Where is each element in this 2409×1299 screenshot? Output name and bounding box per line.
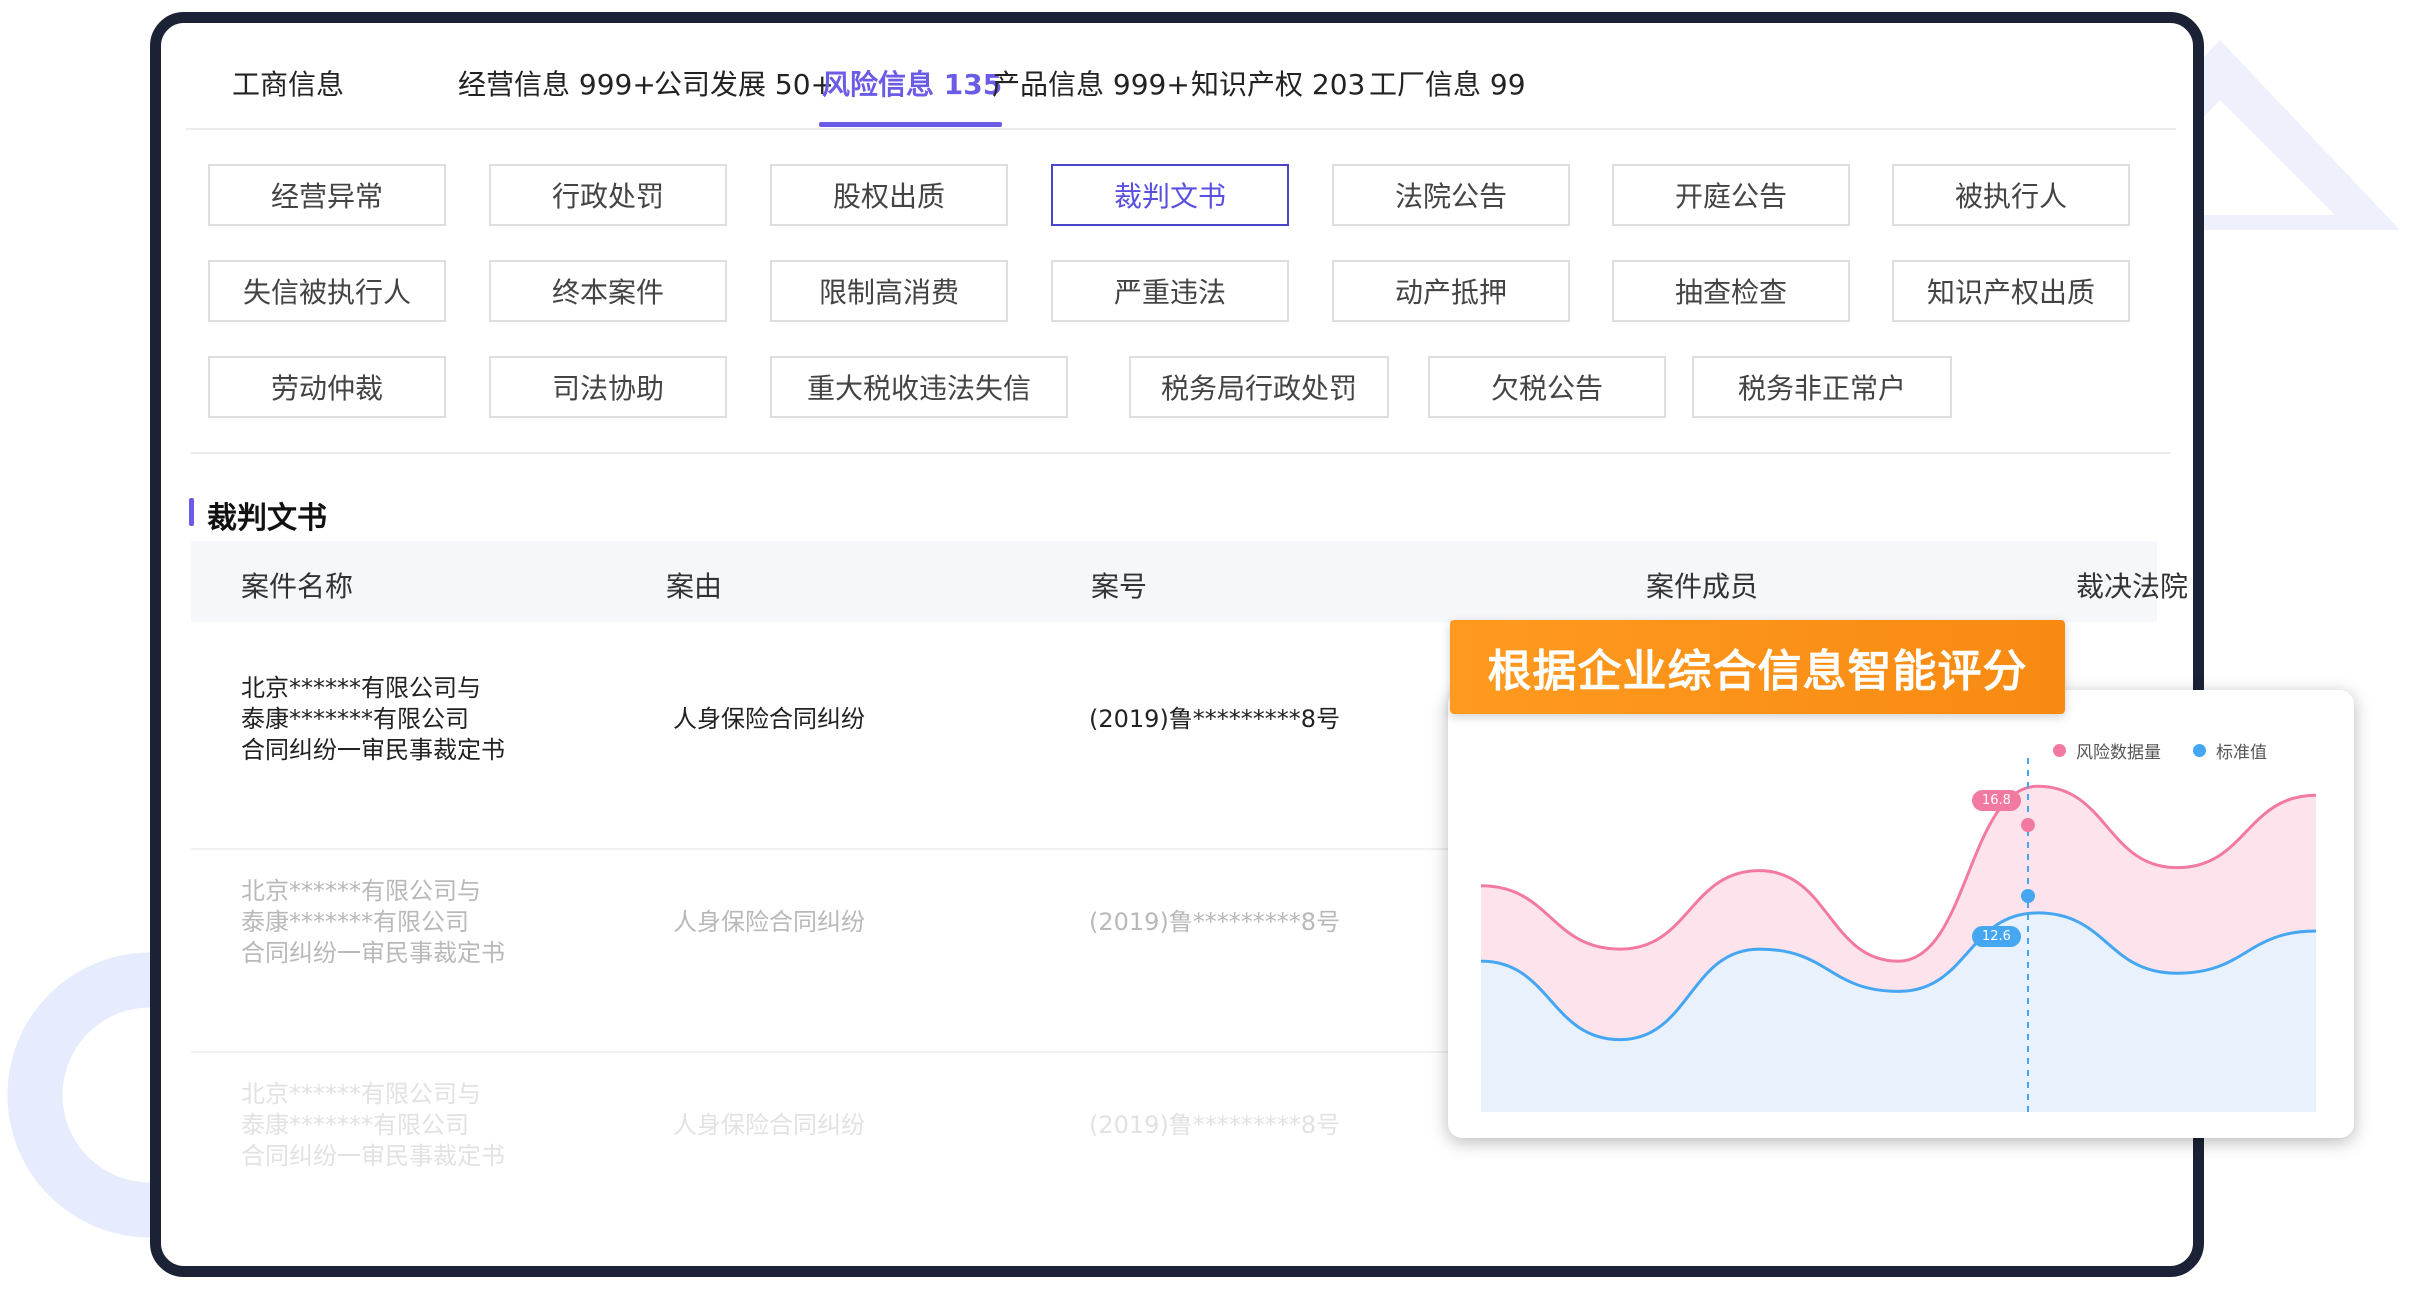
column-header[interactable]: 案号 <box>1091 565 1147 605</box>
category-chip[interactable]: 经营异常 <box>208 164 446 226</box>
tab-5[interactable]: 知识产权 203 <box>1191 63 1365 103</box>
category-chip[interactable]: 行政处罚 <box>489 164 727 226</box>
category-chip[interactable]: 欠税公告 <box>1428 356 1666 418</box>
category-chip[interactable]: 终本案件 <box>489 260 727 322</box>
column-header[interactable]: 裁决法院 <box>2076 565 2188 605</box>
category-chip[interactable]: 抽查检查 <box>1612 260 1850 322</box>
category-chip[interactable]: 法院公告 <box>1332 164 1570 226</box>
case-name-line: 北京******有限公司与 <box>241 674 481 702</box>
case-name-line: 泰康*******有限公司 <box>241 1111 469 1139</box>
case-name-line: 合同纠纷一审民事裁定书 <box>241 1142 505 1170</box>
tab-0[interactable]: 工商信息 <box>232 63 344 103</box>
score-chart-card: 风险数据量 标准值 16.8 12.6 <box>1448 690 2354 1138</box>
column-header[interactable]: 案由 <box>666 565 722 605</box>
column-header[interactable]: 案件名称 <box>241 565 353 605</box>
tab-3[interactable]: 风险信息 135 <box>822 63 1002 103</box>
case-number: (2019)鲁*********8号 <box>1089 908 1341 936</box>
category-chip[interactable]: 开庭公告 <box>1612 164 1850 226</box>
tab-4[interactable]: 产品信息 999+ <box>992 63 1190 103</box>
risk-point <box>2021 818 2035 832</box>
category-chip[interactable]: 限制高消费 <box>770 260 1008 322</box>
category-chip[interactable]: 股权出质 <box>770 164 1008 226</box>
category-chip[interactable]: 动产抵押 <box>1332 260 1570 322</box>
category-chip[interactable]: 严重违法 <box>1051 260 1289 322</box>
case-number: (2019)鲁*********8号 <box>1089 1111 1341 1139</box>
category-chip[interactable]: 被执行人 <box>1892 164 2130 226</box>
case-cause: 人身保险合同纠纷 <box>673 908 865 936</box>
score-chart <box>1480 758 2317 1112</box>
category-chip[interactable]: 裁判文书 <box>1051 164 1289 226</box>
case-name-line: 北京******有限公司与 <box>241 877 481 905</box>
case-name-line: 合同纠纷一审民事裁定书 <box>241 939 505 967</box>
case-name-line: 北京******有限公司与 <box>241 1080 481 1108</box>
category-chip[interactable]: 重大税收违法失信 <box>770 356 1068 418</box>
category-chip[interactable]: 失信被执行人 <box>208 260 446 322</box>
divider <box>191 452 2171 454</box>
case-name-line: 合同纠纷一审民事裁定书 <box>241 736 505 764</box>
case-name-line: 泰康*******有限公司 <box>241 705 469 733</box>
case-cause: 人身保险合同纠纷 <box>673 1111 865 1139</box>
tab-6[interactable]: 工厂信息 99 <box>1369 63 1526 103</box>
category-chip[interactable]: 税务局行政处罚 <box>1129 356 1389 418</box>
tab-2[interactable]: 公司发展 50+ <box>654 63 834 103</box>
active-tab-underline <box>819 122 1002 127</box>
case-name-line: 泰康*******有限公司 <box>241 908 469 936</box>
case-number: (2019)鲁*********8号 <box>1089 705 1341 733</box>
table-header: 案件名称 案由 案号 案件成员 裁决法院 <box>191 541 2188 622</box>
risk-value-tooltip: 16.8 <box>1972 790 2021 811</box>
category-chip[interactable]: 知识产权出质 <box>1892 260 2130 322</box>
category-chip[interactable]: 税务非正常户 <box>1692 356 1952 418</box>
tab-bar: 工商信息 经营信息 999+ 公司发展 50+ 风险信息 135 产品信息 999+ 知识… <box>186 23 2176 130</box>
tab-1[interactable]: 经营信息 999+ <box>458 63 656 103</box>
category-chip[interactable]: 劳动仲裁 <box>208 356 446 418</box>
case-cause: 人身保险合同纠纷 <box>673 705 865 733</box>
promo-badge: 根据企业综合信息智能评分 <box>1450 620 2065 714</box>
section-marker <box>189 498 194 526</box>
standard-value-tooltip: 12.6 <box>1972 926 2021 947</box>
standard-point <box>2021 889 2035 903</box>
column-header[interactable]: 案件成员 <box>1646 565 1758 605</box>
category-chip[interactable]: 司法协助 <box>489 356 727 418</box>
section-title: 裁判文书 <box>207 501 327 536</box>
